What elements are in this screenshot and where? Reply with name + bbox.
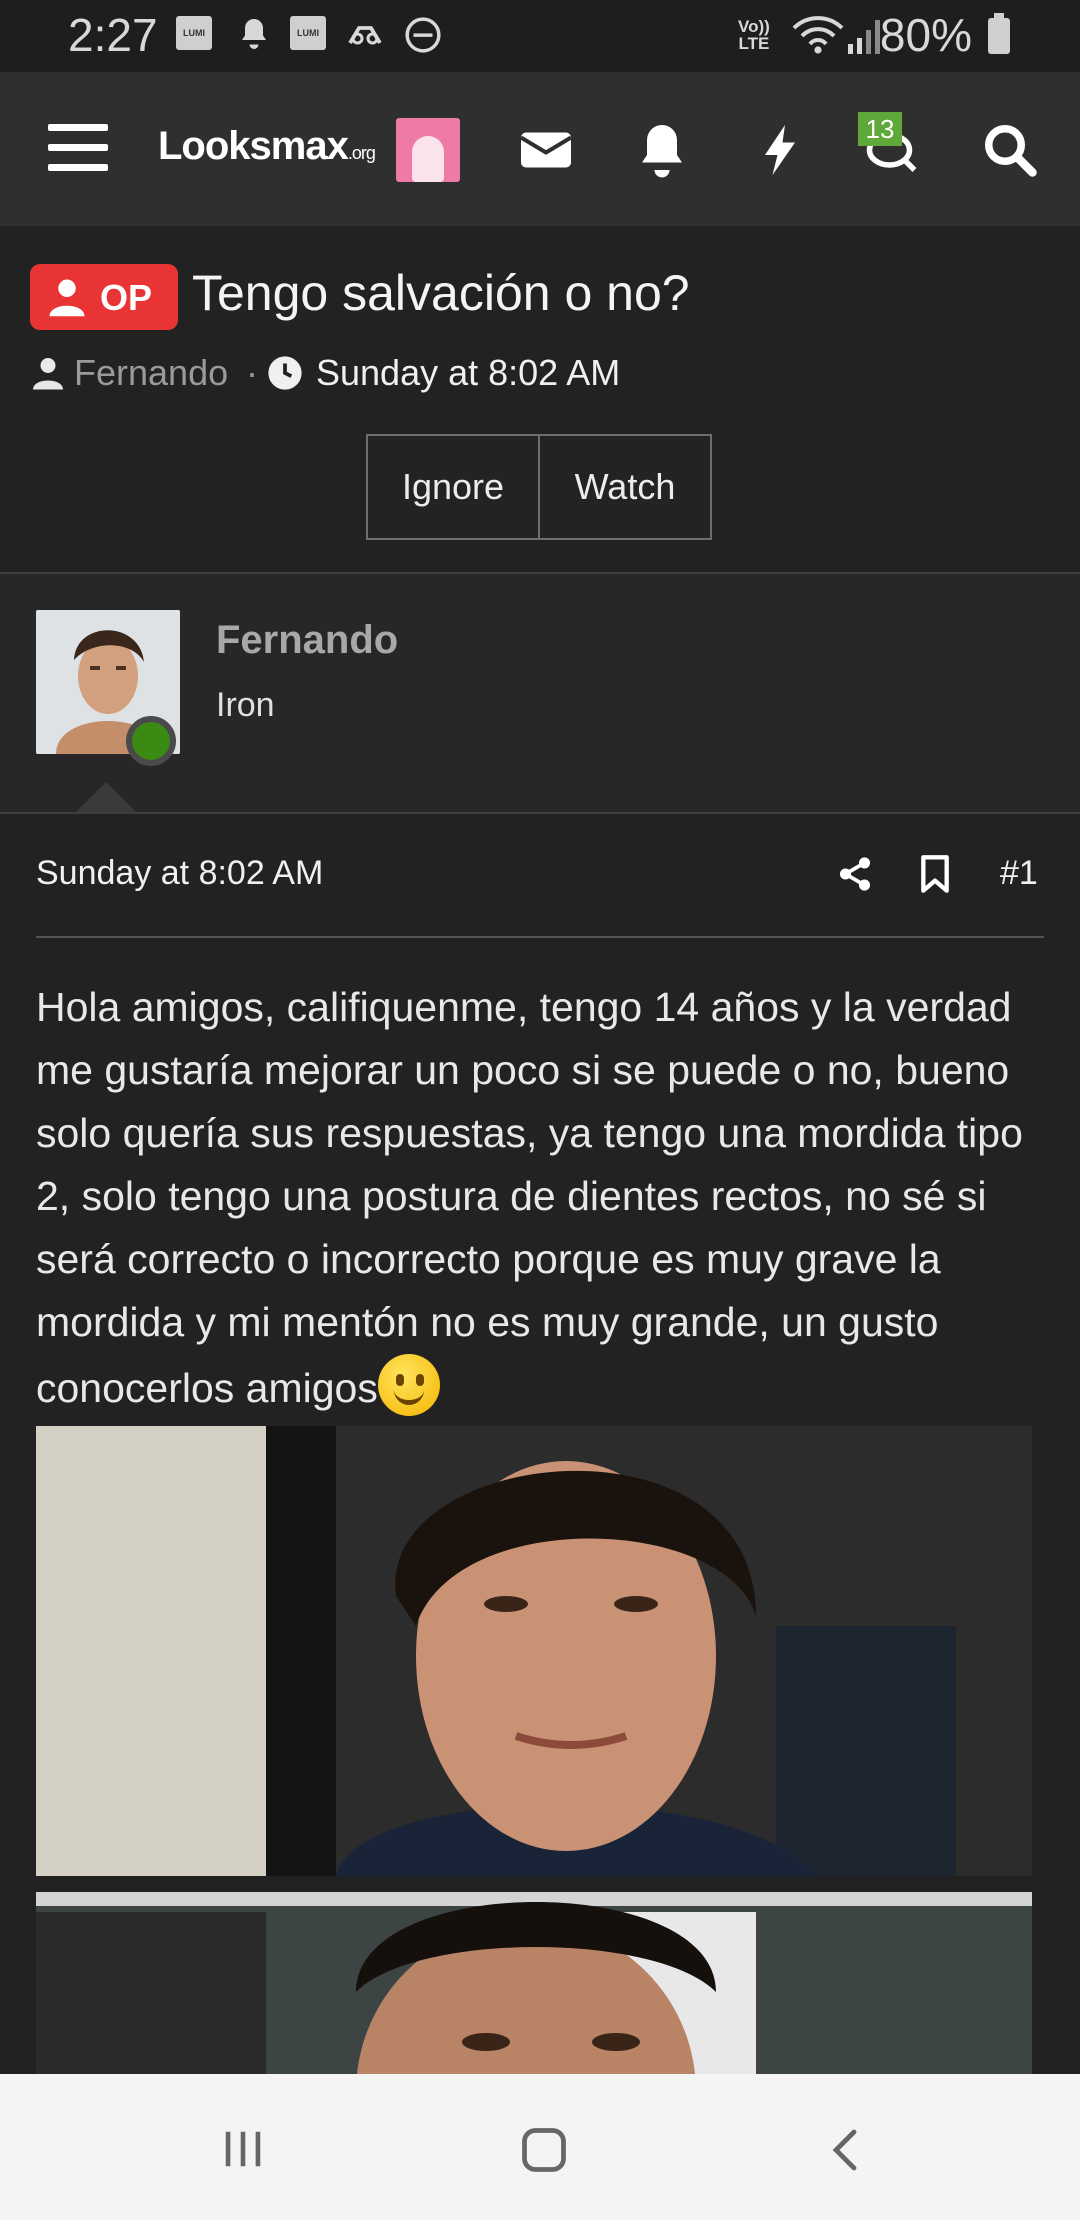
signal-icon [848, 20, 880, 54]
user-block-pointer [74, 782, 138, 814]
home-icon[interactable] [518, 2124, 570, 2176]
post-number[interactable]: #1 [1000, 854, 1038, 893]
post-date[interactable]: Sunday at 8:02 AM [36, 854, 323, 893]
post-user-block: Fernando Iron [0, 574, 1080, 814]
post-image-2[interactable] [36, 1892, 1032, 2074]
post-image[interactable] [36, 1426, 1032, 1876]
op-badge: OP [30, 264, 178, 330]
post-body: Hola amigos, califiquenme, tengo 14 años… [36, 976, 1056, 1420]
thread-date[interactable]: Sunday at 8:02 AM [316, 352, 620, 394]
bookmark-icon[interactable] [918, 854, 952, 894]
online-status-indicator [126, 716, 176, 766]
volte-line-2: LTE [738, 34, 770, 53]
bell-notification-icon [242, 19, 266, 49]
menu-icon[interactable] [48, 124, 108, 174]
user-icon [33, 358, 63, 390]
bell-icon[interactable] [632, 120, 692, 180]
avatar[interactable] [396, 118, 460, 182]
status-bar: 2:27 LUMI LUMI Vo)) LTE 80% [0, 0, 1080, 72]
divider [0, 812, 1080, 814]
lumi-notification-icon: LUMI [176, 16, 212, 50]
back-icon[interactable] [822, 2124, 870, 2176]
meta-separator: · [246, 352, 258, 393]
smiley-emoji [377, 1354, 440, 1416]
op-label: OP [100, 277, 153, 318]
logo-suffix: .org [347, 143, 376, 163]
post-text: Hola amigos, califiquenme, tengo 14 años… [36, 984, 1023, 1411]
thread-title: Tengo salvación o no? [192, 265, 690, 321]
envelope-icon[interactable] [516, 120, 576, 180]
lumi-notification-icon-2: LUMI [290, 16, 326, 50]
ignore-button[interactable]: Ignore [366, 434, 540, 540]
thread-author[interactable]: Fernando [74, 352, 228, 394]
search-icon[interactable] [980, 120, 1040, 180]
user-rank: Iron [216, 686, 275, 724]
wifi-icon [792, 16, 844, 54]
volte-indicator: Vo)) LTE [738, 18, 770, 52]
battery-icon [988, 13, 1010, 54]
watch-button[interactable]: Watch [538, 434, 712, 540]
recent-apps-icon[interactable] [220, 2126, 266, 2172]
conversations-badge: 13 [858, 112, 902, 146]
do-not-disturb-icon [405, 17, 441, 53]
share-icon[interactable] [836, 854, 874, 894]
bolt-icon[interactable] [750, 120, 810, 180]
post-username[interactable]: Fernando [216, 618, 398, 663]
logo-text: Looksmax [158, 124, 349, 168]
divider [36, 936, 1044, 938]
app-header: Looksmax.org 13 [0, 72, 1080, 226]
volte-line-1: Vo)) [738, 17, 770, 36]
site-logo[interactable]: Looksmax.org [158, 124, 376, 169]
system-navigation-bar [0, 2074, 1080, 2220]
user-icon [49, 279, 85, 317]
game-controller-icon [348, 26, 382, 45]
battery-percent: 80% [879, 9, 972, 61]
status-time: 2:27 [68, 9, 158, 61]
clock-icon [268, 356, 302, 390]
